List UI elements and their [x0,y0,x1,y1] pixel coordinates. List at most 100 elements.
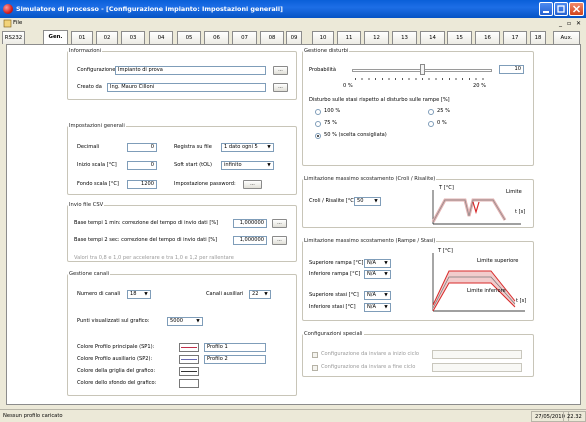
inf-rampa-select[interactable]: N/A ▼ [364,270,391,279]
chevron-down-icon: ▼ [372,198,380,205]
rampe-time-label: t [s] [516,298,527,304]
tab-07[interactable]: 07 [232,31,257,44]
config-fine-checkbox[interactable] [312,365,318,371]
tab-18[interactable]: 18 [530,31,546,44]
mdi-restore-icon[interactable]: ▫ [567,18,571,29]
colore-sp2-label: Colore Profilo ausiliario (SP2): [77,356,153,362]
tab-09[interactable]: 09 [286,31,302,44]
menu-file[interactable]: File [13,18,22,29]
soft-start-select[interactable]: infinito ▼ [221,161,274,170]
probabilita-slider[interactable] [420,64,425,75]
tab-12[interactable]: 12 [364,31,389,44]
config-fine-label: Configurazione da inviare a fine ciclo [321,364,416,370]
radio-100-label: 100 % [324,108,341,114]
radio-0-label: 0 % [437,120,447,126]
tab-gen[interactable]: Gen. [43,30,68,44]
sup-rampa-select[interactable]: N/A ▼ [364,259,391,268]
tab-14[interactable]: 14 [420,31,445,44]
informazioni-legend: Informazioni [69,48,102,54]
chevron-down-icon: ▼ [194,318,202,325]
tab-15[interactable]: 15 [447,31,472,44]
creato-da-browse-button[interactable]: ... [273,83,288,92]
config-inizio-checkbox[interactable] [312,352,318,358]
canali-ausiliari-value: 22 [252,291,259,297]
tab-03[interactable]: 03 [121,31,145,44]
decimali-field[interactable]: 0 [127,143,157,152]
tab-05[interactable]: 05 [177,31,201,44]
csv-legend: Invio file CSV [69,202,104,208]
maximize-button[interactable] [554,2,568,16]
mdi-minimize-icon[interactable]: _ [559,18,562,29]
colore-sfondo-swatch[interactable] [179,379,199,388]
tab-16[interactable]: 16 [475,31,500,44]
sup-rampa-value: N/A [367,260,377,266]
tab-13[interactable]: 13 [392,31,417,44]
colore-sp2-name[interactable]: Profilo 2 [204,355,266,364]
tab-aux[interactable]: Aux. [553,31,580,44]
canali-ausiliari-select[interactable]: 22 ▼ [249,290,271,299]
radio-75[interactable] [315,121,321,127]
mdi-close-icon[interactable]: ✕ [576,18,581,29]
close-button[interactable] [569,2,584,16]
tab-11[interactable]: 11 [337,31,361,44]
colore-sp2-swatch[interactable] [179,355,199,364]
tab-rs232[interactable]: RS232 [2,31,25,44]
limite-inferiore-label: Limite inferiore [467,288,506,294]
tab-strip: RS232 Gen. 01 02 03 04 05 06 07 08 09 10… [0,30,586,44]
password-button[interactable]: ... [243,180,262,189]
chevron-down-icon: ▼ [265,162,273,169]
probabilita-field[interactable]: 10 [499,65,524,74]
colore-sp1-swatch[interactable] [179,343,199,352]
inf-rampa-label: Inferiore rampa [°C] [309,271,361,277]
inf-stasi-label: Inferiore stasi [°C] [309,304,356,310]
base-tempi-1-field[interactable]: 1,000000 [233,219,267,228]
croli-select[interactable]: 50 ▼ [354,197,381,206]
canali-group: Gestione canali Numero di canali 18 ▼ Can… [67,271,297,396]
disturbi-group: Gestione disturbi Probabilità 10 0 % 20 … [302,48,534,166]
colore-sp1-name[interactable]: Profilo 1 [204,343,266,352]
colore-griglia-label: Colore della griglia del grafico: [77,368,156,374]
status-text: Nessun profilo caricato [3,413,63,419]
registra-select[interactable]: 1 dato ogni 5 ▼ [221,143,274,152]
tab-06[interactable]: 06 [204,31,229,44]
punti-select[interactable]: 5000 ▼ [167,317,203,326]
status-bar: Nessun profilo caricato 27/05/2010 22.32 [0,409,586,422]
colore-sp1-line [181,347,197,348]
tab-04[interactable]: 04 [149,31,173,44]
configurazione-field[interactable]: Impianto di prova [115,66,266,75]
radio-50[interactable] [315,133,321,139]
numero-canali-select[interactable]: 18 ▼ [127,290,151,299]
configurazione-browse-button[interactable]: ... [273,66,288,75]
radio-50-label: 50 % (scelta consigliata) [324,132,387,138]
radio-25[interactable] [428,109,434,115]
registra-value: 1 dato ogni 5 [224,144,258,150]
config-fine-field[interactable] [432,363,522,372]
radio-75-label: 75 % [324,120,337,126]
minimize-button[interactable] [539,2,553,16]
disturbi-legend: Gestione disturbi [304,48,349,54]
numero-canali-label: Numero di canali [77,291,121,297]
base-tempi-2-button[interactable]: ... [272,236,287,245]
radio-100[interactable] [315,109,321,115]
radio-0[interactable] [428,121,434,127]
probabilita-ticks [355,78,489,80]
base-tempi-1-button[interactable]: ... [272,219,287,228]
inf-stasi-select[interactable]: N/A ▼ [364,303,391,312]
tab-10[interactable]: 10 [312,31,334,44]
tab-08[interactable]: 08 [260,31,284,44]
creato-da-field[interactable]: Ing. Mauro Cilloni [107,83,266,92]
colore-griglia-swatch[interactable] [179,367,199,376]
base-tempi-2-field[interactable]: 1,000000 [233,236,267,245]
inizio-scala-field[interactable]: 0 [127,161,157,170]
tab-02[interactable]: 02 [96,31,118,44]
registra-label: Registra su file [174,144,212,150]
canali-legend: Gestione canali [69,271,110,277]
fondo-scala-field[interactable]: 1200 [127,180,157,189]
soft-start-value: infinito [224,162,242,168]
tab-01[interactable]: 01 [71,31,93,44]
sup-stasi-select[interactable]: N/A ▼ [364,291,391,300]
config-inizio-field[interactable] [432,350,522,359]
scale-min-label: 0 % [343,83,353,89]
close-icon [572,5,581,13]
tab-17[interactable]: 17 [503,31,527,44]
